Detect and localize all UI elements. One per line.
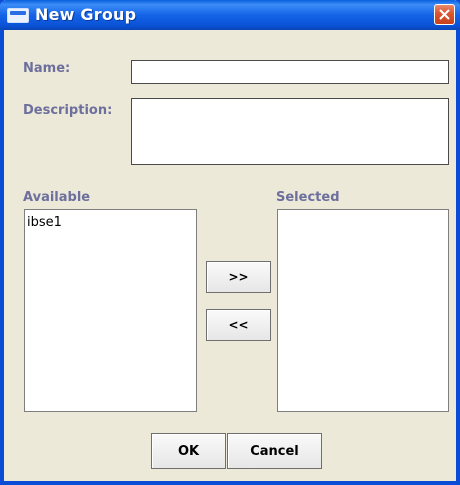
add-button[interactable]: >> (206, 261, 271, 293)
ok-button[interactable]: OK (151, 433, 226, 469)
close-button[interactable] (434, 4, 455, 25)
description-label: Description: (23, 103, 113, 118)
window-title: New Group (35, 5, 137, 24)
name-input[interactable] (131, 60, 449, 84)
remove-button[interactable]: << (206, 309, 271, 341)
new-group-dialog: New Group Name: Description: Available i… (0, 0, 460, 485)
cancel-button[interactable]: Cancel (227, 433, 322, 469)
description-input[interactable] (131, 98, 449, 165)
close-icon (439, 9, 450, 20)
window-icon (7, 8, 29, 23)
available-list[interactable]: ibse1 (24, 209, 197, 412)
available-label: Available (23, 190, 91, 205)
title-bar[interactable]: New Group (0, 0, 460, 30)
name-label: Name: (23, 61, 71, 76)
list-item[interactable]: ibse1 (27, 215, 62, 230)
selected-list[interactable] (277, 209, 449, 412)
selected-label: Selected (276, 190, 340, 205)
